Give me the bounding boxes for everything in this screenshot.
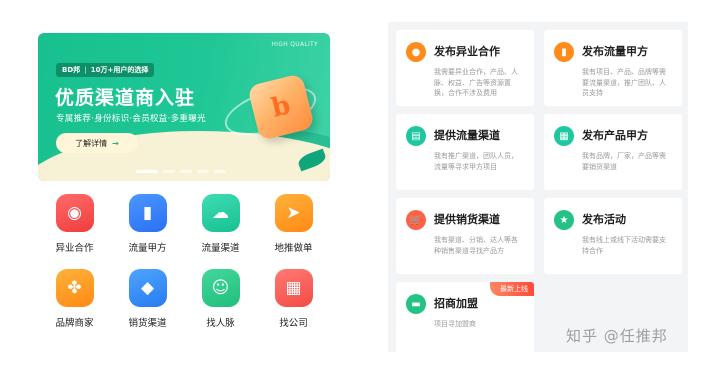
card-description: 项目寻加盟商 bbox=[434, 320, 476, 328]
carousel-dot[interactable] bbox=[163, 170, 175, 173]
grid-item-label: 异业合作 bbox=[55, 243, 94, 254]
cloud-icon: ☁ bbox=[201, 194, 240, 232]
watermark: 知乎 @任推邦 bbox=[566, 327, 668, 345]
grid-item[interactable]: ◉ 异业合作 bbox=[38, 192, 111, 267]
store-icon: ▬ bbox=[406, 294, 426, 314]
grid-item[interactable]: ☁ 流量渠道 bbox=[184, 192, 257, 267]
grid-item-label: 找公司 bbox=[279, 318, 308, 329]
bar-chart-icon: ▮ bbox=[128, 194, 167, 232]
people-icon: ● bbox=[406, 42, 426, 62]
card-description: 我有品牌，厂家，产品等需要销货渠道 bbox=[582, 152, 666, 171]
card-title: 发布活动 bbox=[582, 213, 626, 226]
grid-item[interactable]: ✤ 品牌商家 bbox=[38, 267, 111, 342]
card-description: 我有推广渠道，团队人员，流量等寻求甲方项目 bbox=[434, 152, 518, 171]
card-title: 发布产品甲方 bbox=[582, 129, 648, 142]
learn-more-label: 了解详情 bbox=[75, 138, 108, 148]
card-title: 提供流量渠道 bbox=[434, 129, 500, 142]
cart-icon: 🛒 bbox=[406, 210, 426, 230]
publish-card[interactable]: ● 发布异业合作我需要异业合作，产品、人脉、权益、广告等资源置换，合作不涉及费用 bbox=[396, 30, 534, 106]
banner-tag: BD邦 | 10万+用户的选择 bbox=[56, 63, 155, 77]
grid-item[interactable]: ▦ 找公司 bbox=[257, 267, 330, 342]
star-icon: ★ bbox=[554, 210, 574, 230]
card-description: 我有渠道、分销、达人等各种销售渠道寻找产品方 bbox=[434, 236, 518, 255]
document-icon: ▤ bbox=[406, 126, 426, 146]
category-grid: ◉ 异业合作 ▮ 流量甲方 ☁ 流量渠道 ➤ 地推做单 ✤ 品牌商家 ◆ 销货渠道 ☺ 找人脉 ▦ 找公司 bbox=[38, 192, 330, 342]
banner-title: 优质渠道商入驻 bbox=[55, 87, 196, 109]
banner-tag-separator: | bbox=[84, 66, 87, 74]
publish-card[interactable]: ▮ 发布流量甲方我有项目、产品、品牌等需要流量渠道，推广团队、人员支持 bbox=[544, 30, 682, 106]
new-badge: 最新上线 bbox=[490, 282, 534, 296]
publish-card[interactable]: ▤ 提供流量渠道我有推广渠道，团队人员，流量等寻求甲方项目 bbox=[396, 114, 534, 190]
learn-more-button[interactable]: 了解详情 → bbox=[56, 133, 138, 153]
grid-item[interactable]: ☺ 找人脉 bbox=[184, 267, 257, 342]
banner-tag-text: 10万+用户的选择 bbox=[90, 66, 149, 74]
carousel-dot[interactable] bbox=[214, 170, 226, 173]
banner-quality-text: HIGH QUALITY bbox=[271, 41, 318, 48]
grid-item-label: 流量甲方 bbox=[128, 243, 167, 254]
chart-icon: ▮ bbox=[554, 42, 574, 62]
building-icon: ▦ bbox=[274, 269, 313, 307]
grid-item[interactable]: ➤ 地推做单 bbox=[257, 192, 330, 267]
grid-icon: ▦ bbox=[554, 126, 574, 146]
cube-icon: ◆ bbox=[128, 269, 167, 307]
brand-logo-cube: b bbox=[247, 73, 315, 141]
grid-item-label: 品牌商家 bbox=[55, 318, 94, 329]
grid-item-label: 找人脉 bbox=[206, 318, 235, 329]
grid-item[interactable]: ◆ 销货渠道 bbox=[111, 267, 184, 342]
card-title: 发布异业合作 bbox=[434, 45, 500, 58]
people-grid-icon: ◉ bbox=[55, 194, 94, 232]
banner-subtitle: 专属推荐·身份标识·会员权益·多重曝光 bbox=[56, 114, 206, 124]
publish-options-panel: ● 发布异业合作我需要异业合作，产品、人脉、权益、广告等资源置换，合作不涉及费用 ▮… bbox=[388, 22, 688, 358]
card-title: 提供销货渠道 bbox=[434, 213, 500, 226]
grid-item-label: 流量渠道 bbox=[201, 243, 240, 254]
carousel-indicator bbox=[136, 170, 226, 173]
clover-icon: ✤ bbox=[55, 269, 94, 307]
carousel-dot[interactable] bbox=[197, 170, 209, 173]
carousel-dot[interactable] bbox=[136, 170, 158, 173]
carousel-dot[interactable] bbox=[180, 170, 192, 173]
brand-logo-glyph: b bbox=[268, 90, 294, 124]
card-title: 发布流量甲方 bbox=[582, 45, 648, 58]
card-description: 我有项目、产品、品牌等需要流量渠道，推广团队、人员支持 bbox=[582, 68, 666, 97]
grid-item-label: 销货渠道 bbox=[128, 318, 167, 329]
card-description: 我有线上或线下活动需要支持合作 bbox=[582, 236, 666, 255]
publish-card[interactable]: ▦ 发布产品甲方我有品牌，厂家，产品等需要销货渠道 bbox=[544, 114, 682, 190]
contacts-icon: ☺ bbox=[201, 269, 240, 307]
promo-banner[interactable]: HIGH QUALITY BD邦 | 10万+用户的选择 优质渠道商入驻 专属推… bbox=[38, 33, 330, 181]
arrow-right-icon: → bbox=[112, 138, 119, 148]
grid-item-label: 地推做单 bbox=[274, 243, 313, 254]
publish-card[interactable]: ▬ 招商加盟项目寻加盟商 最新上线 bbox=[396, 282, 534, 358]
paper-plane-icon: ➤ bbox=[274, 194, 313, 232]
grid-item[interactable]: ▮ 流量甲方 bbox=[111, 192, 184, 267]
banner-tag-brand: BD邦 bbox=[62, 66, 81, 74]
publish-card[interactable]: 🛒 提供销货渠道我有渠道、分销、达人等各种销售渠道寻找产品方 bbox=[396, 198, 534, 274]
card-description: 我需要异业合作，产品、人脉、权益、广告等资源置换，合作不涉及费用 bbox=[434, 68, 518, 97]
publish-card[interactable]: ★ 发布活动我有线上或线下活动需要支持合作 bbox=[544, 198, 682, 274]
card-title: 招商加盟 bbox=[434, 297, 478, 310]
